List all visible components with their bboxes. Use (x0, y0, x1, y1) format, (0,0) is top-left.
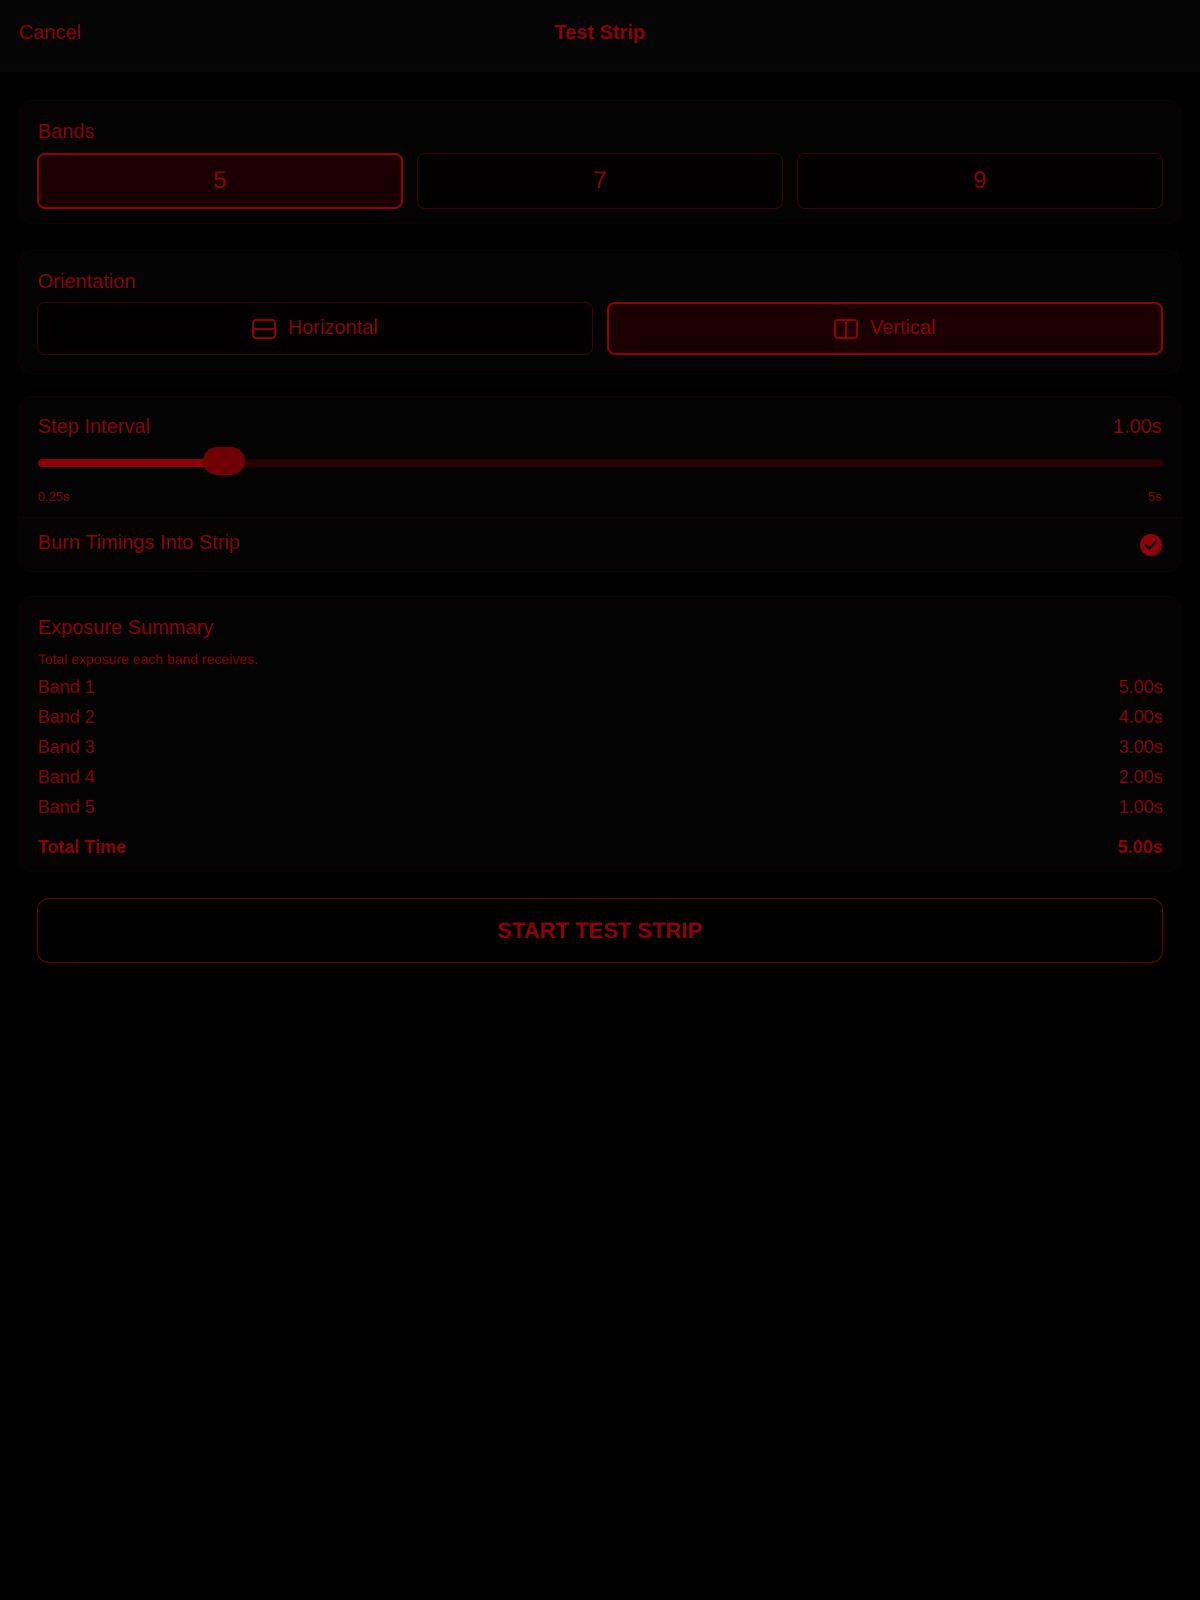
checkmark-circle-icon[interactable] (1140, 534, 1162, 556)
slider-fill (38, 459, 224, 467)
orientation-option-label: Horizontal (287, 317, 379, 339)
band-value: 5.00s (1118, 676, 1163, 697)
orientation-option-label: Vertical (870, 317, 936, 339)
band-name: Band 1 (38, 676, 96, 697)
table-row: Band 5 1.00s (38, 795, 1163, 819)
bands-option-label: 7 (593, 167, 607, 194)
start-test-strip-button[interactable]: START TEST STRIP (37, 898, 1163, 963)
band-value: 1.00s (1118, 796, 1163, 817)
total-label: Total Time (38, 836, 127, 857)
orientation-option-horizontal[interactable]: Horizontal (37, 302, 593, 355)
bands-option-label: 5 (213, 167, 227, 194)
band-name: Band 5 (38, 796, 96, 817)
step-interval-slider[interactable] (38, 447, 1163, 475)
table-row: Band 4 2.00s (38, 765, 1163, 789)
nav-header: Cancel Test Strip (0, 0, 1200, 72)
slider-max-label: 5s (1148, 489, 1162, 504)
band-name: Band 3 (38, 736, 96, 757)
bands-option-9[interactable]: 9 (797, 153, 1163, 209)
band-name: Band 4 (38, 766, 96, 787)
divider (19, 517, 1183, 518)
bands-option-5[interactable]: 5 (37, 153, 403, 209)
bands-label: Bands (38, 121, 95, 143)
band-value: 4.00s (1118, 706, 1163, 727)
bands-option-7[interactable]: 7 (417, 153, 783, 209)
table-row: Band 1 5.00s (38, 675, 1163, 699)
orientation-label: Orientation (38, 271, 136, 293)
horizontal-split-icon (251, 318, 276, 339)
total-row: Total Time 5.00s (38, 835, 1163, 859)
slider-thumb[interactable] (202, 447, 245, 475)
summary-subtitle: Total exposure each band receives. (38, 651, 259, 667)
burn-timings-label: Burn Timings Into Strip (38, 532, 241, 554)
orientation-option-vertical[interactable]: Vertical (607, 302, 1163, 355)
bands-card: Bands 5 7 9 (18, 100, 1182, 224)
bands-option-label: 9 (973, 167, 987, 194)
orientation-card: Orientation Horizontal Vertical (18, 250, 1182, 374)
page-title: Test Strip (554, 22, 646, 44)
vertical-split-icon (834, 318, 859, 339)
table-row: Band 3 3.00s (38, 735, 1163, 759)
slider-min-label: 0.25s (38, 489, 70, 504)
exposure-summary-card: Exposure Summary Total exposure each ban… (18, 596, 1182, 872)
total-value: 5.00s (1117, 836, 1163, 857)
summary-title: Exposure Summary (38, 617, 214, 639)
band-value: 3.00s (1118, 736, 1163, 757)
step-interval-label: Step Interval (38, 416, 151, 438)
band-name: Band 2 (38, 706, 96, 727)
step-interval-card: Step Interval 1.00s 0.25s 5s Burn Timing… (18, 396, 1183, 572)
table-row: Band 2 4.00s (38, 705, 1163, 729)
band-value: 2.00s (1118, 766, 1163, 787)
step-interval-value: 1.00s (1113, 416, 1162, 438)
